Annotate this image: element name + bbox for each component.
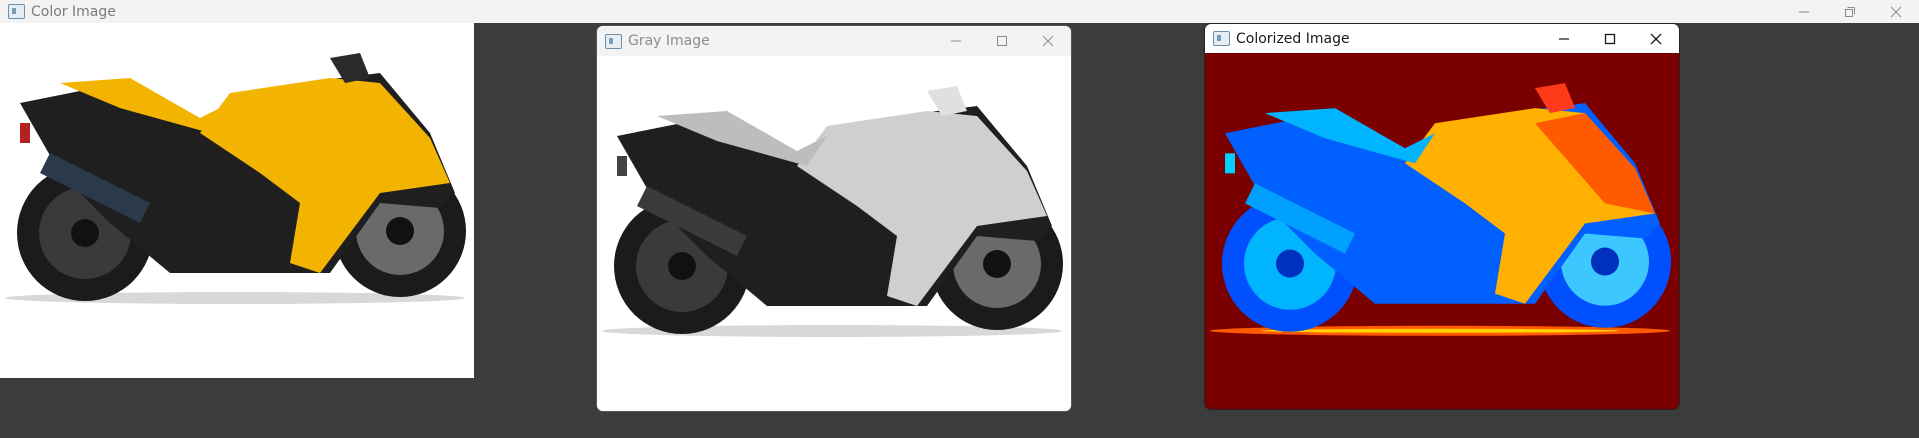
minimize-icon: [951, 40, 961, 42]
colorized-image-canvas: [1205, 53, 1679, 409]
minimize-icon: [1799, 11, 1809, 12]
close-icon: [1042, 35, 1054, 47]
app-window-icon: [8, 4, 25, 19]
maximize-button[interactable]: [1587, 24, 1633, 53]
window-controls: [1781, 0, 1919, 23]
motorcycle-colorized-image: [1205, 53, 1679, 409]
gray-image-canvas: [597, 56, 1071, 411]
restore-button[interactable]: [1827, 0, 1873, 23]
close-button[interactable]: [1633, 24, 1679, 53]
window-controls: [1541, 24, 1679, 53]
window-title: Gray Image: [628, 33, 710, 49]
window-title: Colorized Image: [1236, 30, 1350, 47]
window-controls: [933, 26, 1071, 56]
minimize-button[interactable]: [1781, 0, 1827, 23]
close-icon: [1650, 33, 1662, 44]
restore-icon: [1845, 6, 1855, 17]
minimize-button[interactable]: [1541, 24, 1587, 53]
close-icon: [1890, 6, 1902, 17]
maximize-icon: [997, 36, 1007, 46]
color-image-canvas: [0, 23, 474, 378]
color-image-titlebar[interactable]: Color Image: [0, 0, 1919, 23]
colorized-image-window: Colorized Image: [1205, 24, 1679, 409]
close-button[interactable]: [1025, 26, 1071, 56]
window-title: Color Image: [31, 3, 116, 20]
motorcycle-gray-image: [597, 56, 1071, 411]
maximize-button[interactable]: [979, 26, 1025, 56]
app-window-icon: [1213, 31, 1230, 46]
colorized-image-titlebar[interactable]: Colorized Image: [1205, 24, 1679, 53]
motorcycle-color-image: [0, 23, 474, 378]
app-window-icon: [605, 33, 622, 49]
gray-image-window: Gray Image: [597, 26, 1071, 411]
close-button[interactable]: [1873, 0, 1919, 23]
minimize-icon: [1559, 37, 1569, 40]
maximize-icon: [1604, 33, 1616, 44]
minimize-button[interactable]: [933, 26, 979, 56]
gray-image-titlebar[interactable]: Gray Image: [597, 26, 1071, 56]
